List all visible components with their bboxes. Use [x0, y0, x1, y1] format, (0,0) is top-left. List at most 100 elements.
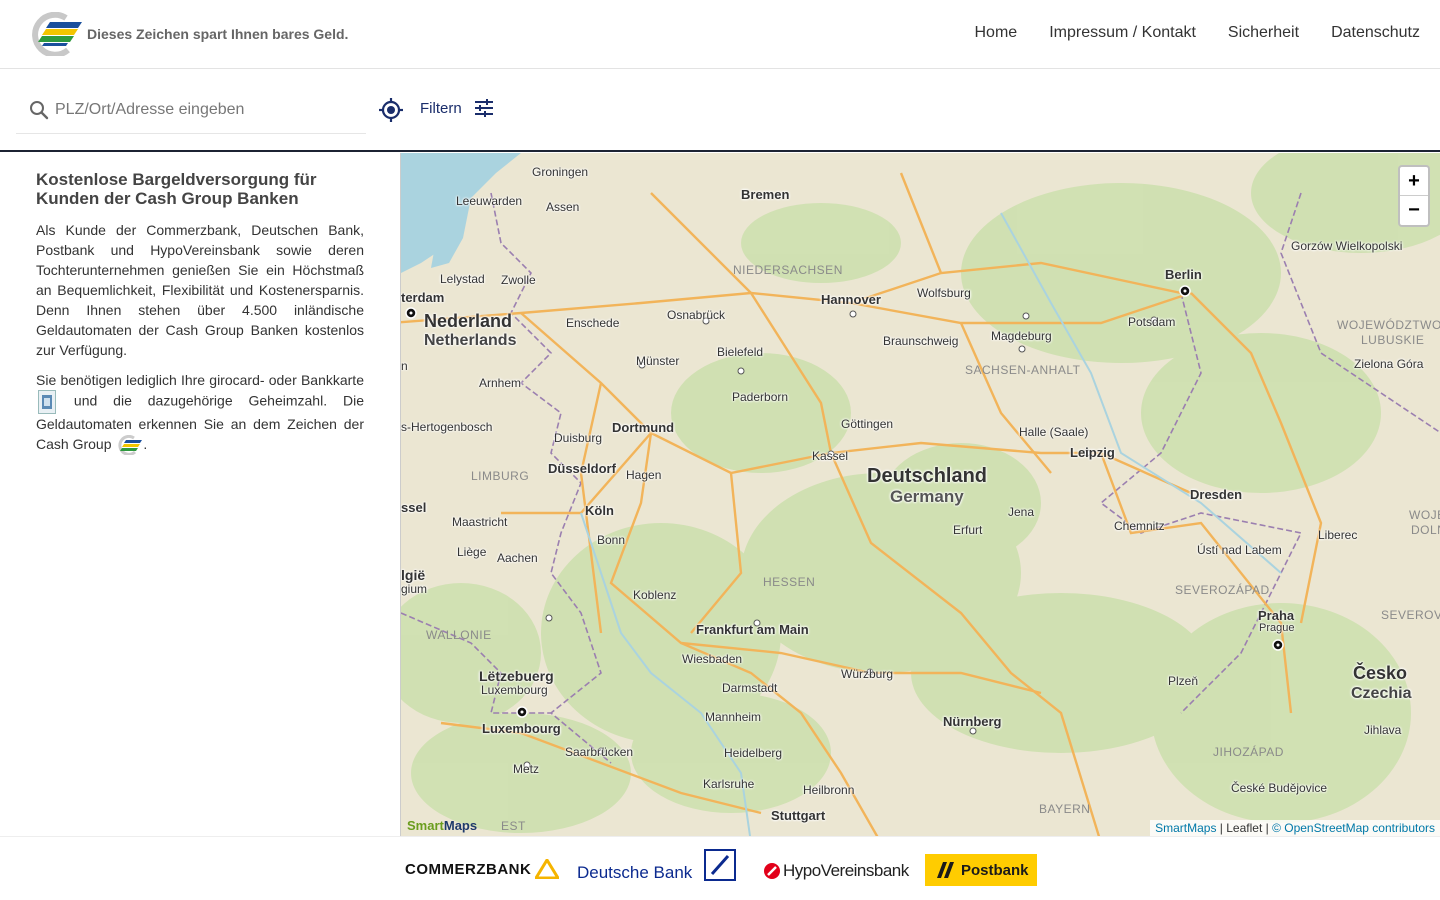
zoom-in-button[interactable]: + [1400, 167, 1428, 196]
city-label: Maastricht [452, 515, 508, 529]
city-label: Braunschweig [883, 334, 959, 348]
region-label: SEVEROVÝCH [1381, 608, 1440, 622]
nav-home[interactable]: Home [975, 24, 1018, 42]
city-label: Stuttgart [771, 808, 826, 823]
city-label: Praha [1258, 608, 1295, 623]
country-label: Czechia [1351, 685, 1412, 702]
city-label: ssel [401, 500, 427, 515]
country-label: Luxembourg [481, 683, 548, 697]
city-label: Lelystad [440, 272, 485, 286]
filter-label: Filtern [420, 99, 462, 117]
sidebar-paragraph-2: Sie benötigen lediglich Ihre girocard- o… [36, 370, 365, 456]
girocard-icon [38, 390, 56, 414]
paragraph-2-part-c: . [143, 436, 148, 452]
bank-footer: COMMERZBANK Deutsche Bank HypoVereinsban… [0, 836, 1440, 900]
city-label: Enschede [566, 316, 620, 330]
city-label: Göttingen [841, 417, 894, 431]
paragraph-2-part-a: Sie benötigen lediglich Ihre girocard- o… [36, 372, 364, 388]
city-label: Assen [546, 200, 580, 214]
city-label: Nürnberg [943, 714, 1002, 729]
smartmaps-logo-part-b: Maps [443, 818, 478, 833]
city-label: Frankfurt am Main [696, 622, 809, 637]
hypovereinsbank-label: HypoVereinsbank [783, 861, 909, 880]
region-label: NIEDERSACHSEN [733, 263, 843, 277]
country-label: Nederland [424, 311, 513, 331]
nav-impressum-kontakt[interactable]: Impressum / Kontakt [1049, 24, 1196, 42]
city-label: Saarbrücken [565, 745, 634, 759]
city-label: Hannover [821, 292, 881, 307]
city-label: Karlsruhe [703, 777, 755, 791]
country-label: gium [401, 582, 428, 596]
commerzbank-logo[interactable]: COMMERZBANK [405, 859, 560, 879]
city-label: Zwolle [501, 273, 536, 287]
country-label: Lëtzebuerg [479, 668, 554, 684]
deutsche-bank-logo[interactable]: Deutsche Bank [577, 847, 737, 883]
hvb-icon [764, 863, 780, 879]
hypovereinsbank-logo[interactable]: HypoVereinsbank [763, 861, 909, 881]
zoom-out-button[interactable]: − [1400, 196, 1428, 225]
city-label: EST [501, 819, 526, 833]
paragraph-2-part-b: und die dazugehörige Geheimzahl. Die Gel… [36, 392, 365, 452]
city-label: Darmstadt [722, 681, 778, 695]
city-label: Heilbronn [803, 783, 855, 797]
zoom-control: + − [1398, 165, 1430, 227]
city-label: Luxembourg [482, 721, 561, 736]
region-label: LUBUSKIE [1361, 333, 1425, 347]
locate-me-icon[interactable] [378, 97, 404, 123]
smartmaps-logo[interactable]: SmartMaps [407, 818, 477, 833]
search-box [16, 86, 366, 134]
city-label: Wiesbaden [682, 652, 743, 666]
attribution-osm-link[interactable]: © OpenStreetMap contributors [1272, 821, 1435, 835]
filter-button[interactable]: Filtern [420, 99, 494, 117]
postbank-label: Postbank [961, 861, 1029, 879]
atm-map[interactable]: NIEDERSACHSEN SACHSEN-ANHALT LIMBURG HES… [400, 153, 1440, 836]
nav-datenschutz[interactable]: Datenschutz [1331, 24, 1420, 42]
region-label: LIMBURG [471, 469, 530, 483]
commerzbank-ribbon-icon [535, 859, 560, 879]
city-label: Köln [585, 503, 614, 518]
deutsche-bank-label: Deutsche Bank [577, 863, 693, 882]
city-label: Würzburg [841, 667, 894, 681]
city-label: Plzeň [1168, 674, 1199, 688]
attribution-smartmaps-link[interactable]: SmartMaps [1155, 821, 1216, 835]
nav-sicherheit[interactable]: Sicherheit [1228, 24, 1299, 42]
city-label: Prague [1259, 622, 1295, 634]
city-label: Düsseldorf [548, 461, 616, 476]
region-label: BAYERN [1039, 802, 1091, 816]
region-label: WOJE [1409, 508, 1440, 522]
country-label: Deutschland [867, 465, 988, 487]
commerzbank-label: COMMERZBANK [405, 860, 532, 878]
city-label: Kassel [812, 449, 849, 463]
attribution-leaflet[interactable]: Leaflet [1226, 821, 1262, 835]
city-label: Leeuwarden [456, 194, 523, 208]
city-label: Halle (Saale) [1019, 425, 1089, 439]
search-input[interactable] [55, 100, 355, 119]
sliders-icon [474, 99, 493, 117]
city-label: Aachen [497, 551, 538, 565]
city-label: České Budějovice [1231, 781, 1328, 795]
info-sidebar: Kostenlose Bargeldversorgung für Kunden … [0, 153, 400, 836]
site-header: Dieses Zeichen spart Ihnen bares Geld. H… [0, 0, 1440, 69]
city-label: Paderborn [732, 390, 789, 404]
country-label: lgië [401, 567, 426, 583]
city-label: terdam [401, 290, 445, 305]
city-label: Magdeburg [991, 329, 1052, 343]
city-label: Leipzig [1070, 445, 1115, 460]
city-label: Koblenz [633, 588, 677, 602]
city-label: Bielefeld [717, 345, 764, 359]
city-label: Mannheim [705, 710, 762, 724]
city-label: Heidelberg [724, 746, 783, 760]
country-label: Netherlands [424, 332, 517, 349]
country-label: Česko [1353, 663, 1408, 683]
city-label: Liberec [1318, 528, 1358, 542]
city-label: Chemnitz [1114, 519, 1165, 533]
country-label: Germany [890, 487, 964, 506]
cash-group-logo[interactable] [28, 12, 84, 56]
deutsche-bank-slash-icon [704, 849, 737, 881]
region-label: DOLN [1411, 523, 1440, 537]
city-label: Dortmund [612, 420, 675, 435]
main-nav: Home Impressum / Kontakt Sicherheit Date… [975, 24, 1421, 42]
sidebar-title: Kostenlose Bargeldversorgung für Kunden … [36, 170, 317, 208]
cash-group-inline-logo [118, 435, 143, 456]
postbank-logo[interactable]: Postbank [925, 854, 1037, 886]
